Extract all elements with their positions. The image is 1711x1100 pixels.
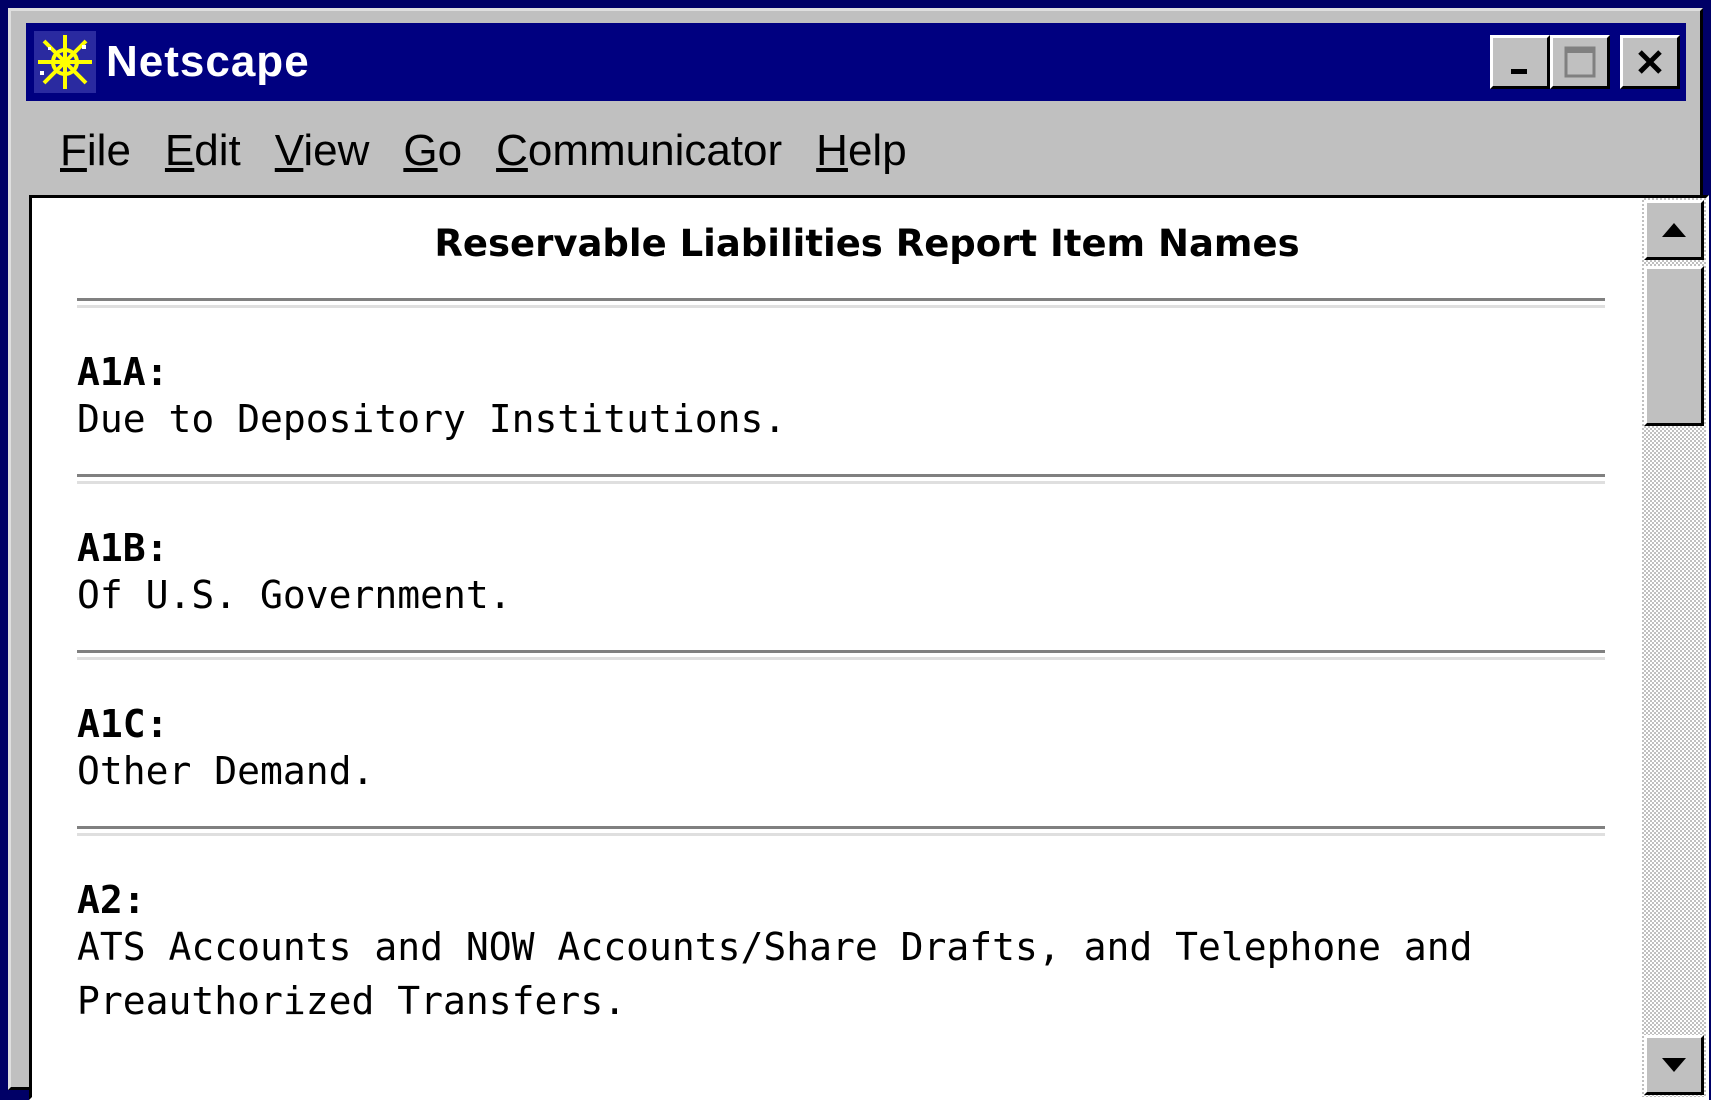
window-title: Netscape — [106, 37, 310, 86]
window-controls — [1490, 35, 1680, 89]
close-button[interactable] — [1620, 35, 1680, 89]
item-code: A1B: — [77, 526, 169, 570]
horizontal-rule — [77, 298, 1605, 308]
menu-file[interactable]: File — [60, 126, 131, 176]
vertical-scrollbar[interactable] — [1642, 198, 1706, 1097]
menu-help[interactable]: Help — [816, 126, 907, 176]
content-frame: Reservable Liabilities Report Item Names… — [29, 195, 1709, 1100]
close-icon — [1638, 50, 1662, 74]
maximize-icon — [1564, 46, 1596, 78]
item-code: A1C: — [77, 702, 169, 746]
item-description: ATS Accounts and NOW Accounts/Share Draf… — [77, 925, 1473, 1023]
menu-go[interactable]: Go — [403, 126, 462, 176]
title-bar[interactable]: Netscape — [26, 23, 1686, 101]
horizontal-rule — [77, 826, 1605, 836]
item-description: Of U.S. Government. — [77, 573, 512, 617]
page-content: Reservable Liabilities Report Item Names… — [32, 198, 1642, 1097]
scroll-thumb[interactable] — [1644, 266, 1704, 426]
menu-bar: File Edit View Go Communicator Help — [26, 111, 907, 191]
item-code: A1A: — [77, 350, 169, 394]
horizontal-rule — [77, 650, 1605, 660]
scroll-down-button[interactable] — [1644, 1035, 1704, 1095]
item-description: Other Demand. — [77, 749, 375, 793]
minimize-button[interactable] — [1490, 35, 1550, 89]
menu-view[interactable]: View — [275, 126, 370, 176]
minimize-icon — [1511, 69, 1527, 74]
maximize-button[interactable] — [1550, 35, 1610, 89]
browser-window: Netscape File Edit View Go Communicator … — [8, 8, 1709, 1100]
menu-edit[interactable]: Edit — [165, 126, 241, 176]
scroll-down-arrow-icon — [1662, 1058, 1686, 1072]
menu-communicator[interactable]: Communicator — [496, 126, 782, 176]
horizontal-rule — [77, 474, 1605, 484]
item-code: A2: — [77, 878, 146, 922]
netscape-icon — [34, 31, 96, 93]
item-description: Due to Depository Institutions. — [77, 397, 787, 441]
scroll-up-button[interactable] — [1644, 200, 1704, 260]
scroll-up-arrow-icon — [1662, 223, 1686, 237]
page-title: Reservable Liabilities Report Item Names — [434, 222, 1300, 265]
